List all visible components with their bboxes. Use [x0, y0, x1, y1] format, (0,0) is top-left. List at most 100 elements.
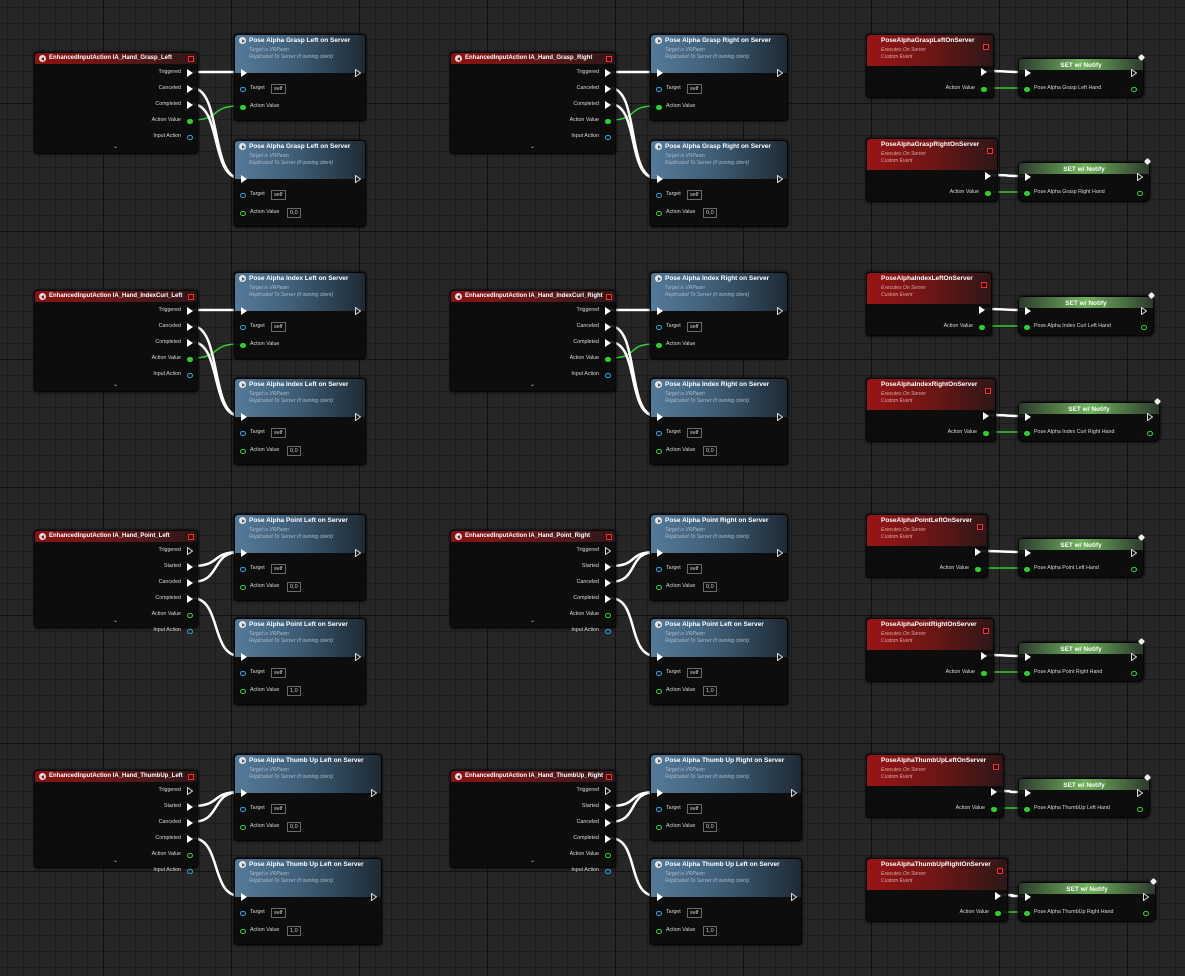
- exec-out-pin[interactable]: [355, 413, 361, 421]
- exec-out-pin[interactable]: [1131, 653, 1137, 661]
- exec-out-pin[interactable]: [981, 68, 987, 76]
- collapse-chevron-icon[interactable]: ⌄: [113, 617, 118, 624]
- exec-in-pin[interactable]: [241, 175, 247, 183]
- set-notify-node-set2[interactable]: SET w/ Notify Pose Alpha Index Curl Right…: [1018, 397, 1162, 442]
- exec-pin-canceled[interactable]: [605, 819, 611, 827]
- custom-event-node-custom1[interactable]: PoseAlphaPointLeftOnServer Executes On Se…: [866, 514, 988, 578]
- variable-input-pin[interactable]: [1024, 911, 1030, 916]
- action-value-box[interactable]: 1,0: [287, 686, 301, 696]
- target-value-box[interactable]: self: [687, 428, 702, 438]
- action-value-pin[interactable]: [605, 119, 611, 124]
- variable-input-pin[interactable]: [1024, 325, 1030, 330]
- action-value-pin[interactable]: [240, 211, 246, 216]
- exec-pin-canceled[interactable]: [605, 85, 611, 93]
- action-value-pin[interactable]: [605, 613, 611, 618]
- input-action-pin[interactable]: [187, 869, 193, 874]
- target-pin[interactable]: [240, 193, 246, 198]
- action-value-box[interactable]: 1,0: [703, 926, 717, 936]
- exec-pin-completed[interactable]: [187, 101, 193, 109]
- function-node-fn2[interactable]: Pose Alpha Thumb Up Left on Server Target…: [234, 858, 382, 945]
- action-value-pin[interactable]: [187, 613, 193, 618]
- function-node-fn4[interactable]: Pose Alpha Point Left on Server Target is…: [650, 618, 788, 705]
- input-action-pin[interactable]: [187, 629, 193, 634]
- function-node-fn4[interactable]: Pose Alpha Index Right on Server Target i…: [650, 378, 788, 465]
- exec-pin-started[interactable]: [187, 563, 193, 571]
- exec-out-pin[interactable]: [777, 653, 783, 661]
- input-action-pin[interactable]: [605, 629, 611, 634]
- collapse-chevron-icon[interactable]: ⌄: [113, 857, 118, 864]
- action-value-pin[interactable]: [240, 449, 246, 454]
- function-node-fn4[interactable]: Pose Alpha Grasp Right on Server Target i…: [650, 140, 788, 227]
- exec-pin-canceled[interactable]: [187, 579, 193, 587]
- variable-input-pin[interactable]: [1024, 807, 1030, 812]
- set-notify-node-set1[interactable]: SET w/ Notify Pose Alpha ThumbUp Left Han…: [1018, 773, 1152, 818]
- set-notify-node-set2[interactable]: SET w/ Notify Pose Alpha Point Right Hand: [1018, 637, 1146, 682]
- target-value-box[interactable]: self: [271, 564, 286, 574]
- action-value-box[interactable]: 0,0: [703, 208, 717, 218]
- exec-in-pin[interactable]: [1025, 549, 1031, 557]
- set-notify-node-set2[interactable]: SET w/ Notify Pose Alpha Grasp Right Hand: [1018, 157, 1152, 202]
- action-value-pin[interactable]: [240, 689, 246, 694]
- exec-out-pin[interactable]: [1131, 69, 1137, 77]
- exec-pin-triggered[interactable]: [605, 547, 611, 555]
- exec-out-pin[interactable]: [995, 892, 1001, 900]
- action-value-box[interactable]: 1,0: [287, 926, 301, 936]
- action-value-box[interactable]: 1,0: [703, 686, 717, 696]
- exec-out-pin[interactable]: [355, 175, 361, 183]
- exec-pin-triggered[interactable]: [605, 307, 611, 315]
- target-value-box[interactable]: self: [687, 908, 702, 918]
- variable-output-pin[interactable]: [1131, 671, 1137, 676]
- action-value-box[interactable]: 0,0: [703, 446, 717, 456]
- exec-pin-completed[interactable]: [187, 339, 193, 347]
- exec-in-pin[interactable]: [241, 549, 247, 557]
- input-action-pin[interactable]: [605, 373, 611, 378]
- event-node-event2[interactable]: EnhancedInputAction IA_Hand_Grasp_Right T…: [450, 52, 616, 154]
- action-value-pin[interactable]: [979, 325, 985, 330]
- custom-event-node-custom1[interactable]: PoseAlphaIndexLeftOnServer Executes On Se…: [866, 272, 992, 336]
- exec-in-pin[interactable]: [657, 549, 663, 557]
- variable-input-pin[interactable]: [1024, 191, 1030, 196]
- variable-output-pin[interactable]: [1131, 567, 1137, 572]
- variable-output-pin[interactable]: [1147, 431, 1153, 436]
- variable-output-pin[interactable]: [1141, 325, 1147, 330]
- exec-out-pin[interactable]: [1137, 789, 1143, 797]
- target-pin[interactable]: [656, 87, 662, 92]
- action-value-pin[interactable]: [981, 671, 987, 676]
- action-value-pin[interactable]: [605, 357, 611, 362]
- action-value-pin[interactable]: [983, 431, 989, 436]
- exec-in-pin[interactable]: [1025, 653, 1031, 661]
- target-value-box[interactable]: self: [271, 804, 286, 814]
- exec-in-pin[interactable]: [241, 653, 247, 661]
- action-value-pin[interactable]: [240, 585, 246, 590]
- function-node-fn3[interactable]: Pose Alpha Point Right on Server Target i…: [650, 514, 788, 601]
- variable-input-pin[interactable]: [1024, 671, 1030, 676]
- event-node-event2[interactable]: EnhancedInputAction IA_Hand_ThumbUp_Righ…: [450, 770, 616, 874]
- variable-output-pin[interactable]: [1131, 87, 1137, 92]
- event-node-event2[interactable]: EnhancedInputAction IA_Hand_IndexCurl_Ri…: [450, 290, 616, 392]
- exec-in-pin[interactable]: [241, 307, 247, 315]
- target-pin[interactable]: [240, 911, 246, 916]
- function-node-fn3[interactable]: Pose Alpha Index Right on Server Target i…: [650, 272, 788, 359]
- exec-out-pin[interactable]: [355, 307, 361, 315]
- target-value-box[interactable]: self: [271, 668, 286, 678]
- action-value-pin[interactable]: [240, 929, 246, 934]
- action-value-pin[interactable]: [981, 87, 987, 92]
- collapse-chevron-icon[interactable]: ⌄: [530, 143, 535, 150]
- exec-in-pin[interactable]: [1025, 893, 1031, 901]
- function-node-fn2[interactable]: Pose Alpha Grasp Left on Server Target is…: [234, 140, 366, 227]
- custom-event-node-custom2[interactable]: PoseAlphaIndexRightOnServer Executes On S…: [866, 378, 996, 442]
- variable-input-pin[interactable]: [1024, 431, 1030, 436]
- input-action-pin[interactable]: [187, 373, 193, 378]
- exec-out-pin[interactable]: [355, 653, 361, 661]
- variable-output-pin[interactable]: [1137, 191, 1143, 196]
- input-action-pin[interactable]: [605, 135, 611, 140]
- action-value-pin[interactable]: [656, 343, 662, 348]
- exec-out-pin[interactable]: [777, 413, 783, 421]
- exec-pin-canceled[interactable]: [605, 323, 611, 331]
- variable-input-pin[interactable]: [1024, 567, 1030, 572]
- exec-out-pin[interactable]: [371, 893, 377, 901]
- function-node-fn3[interactable]: Pose Alpha Grasp Right on Server Target i…: [650, 34, 788, 121]
- target-pin[interactable]: [656, 807, 662, 812]
- action-value-box[interactable]: 0,0: [287, 822, 301, 832]
- event-node-event[interactable]: EnhancedInputAction IA_Hand_Point_Left Tr…: [34, 530, 198, 634]
